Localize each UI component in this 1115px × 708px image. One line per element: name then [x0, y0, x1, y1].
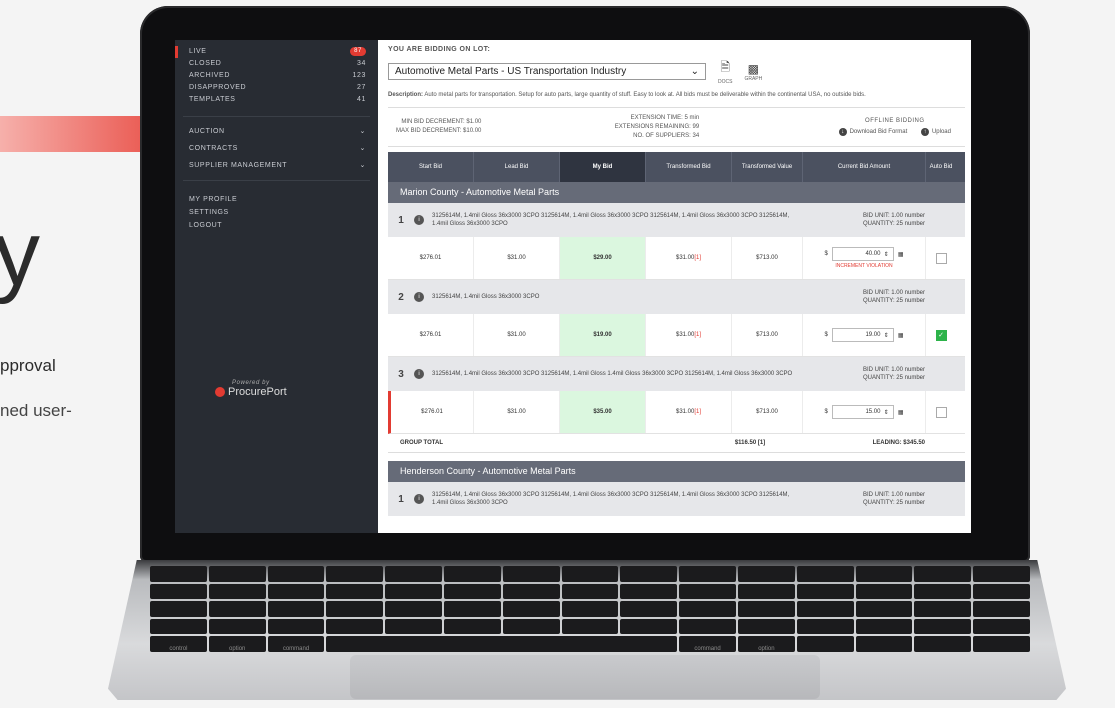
auto-bid-checkbox[interactable]: [935, 252, 947, 264]
item-row: 3 i 3125614M, 1.4mil Gloss 36x3000 3CPO …: [388, 357, 965, 391]
download-bid-format-button[interactable]: ↓ Download Bid Format: [838, 128, 907, 136]
divider: [183, 116, 370, 117]
brand-name: ProcurePort: [228, 386, 287, 398]
bid-row: $276.01 $31.00 $29.00 $31.00 [1] $713.00 …: [388, 237, 965, 280]
divider: [183, 180, 370, 181]
auto-bid-checkbox[interactable]: ✓: [935, 329, 947, 341]
chevron-down-icon: ⌄: [359, 162, 366, 169]
bid-row: $276.01 $31.00 $19.00 $31.00 [1] $713.00 …: [388, 314, 965, 357]
bar-chart-icon: ▩: [747, 61, 760, 76]
docs-button[interactable]: 🗎 DOCS: [718, 58, 732, 85]
sidebar-item-closed[interactable]: CLOSED 34: [175, 58, 378, 70]
extension-stats: EXTENSION TIME: 5 min EXTENSIONS REMAINI…: [614, 114, 700, 139]
graph-button[interactable]: ▩ GRAPH: [744, 62, 762, 82]
bid-amount-input[interactable]: 19.00 ⇕: [831, 328, 894, 342]
group-header: Henderson County - Automotive Metal Part…: [388, 461, 965, 482]
auto-bid-checkbox[interactable]: [935, 406, 947, 418]
sidebar-item-my-profile[interactable]: MY PROFILE: [175, 193, 378, 206]
powered-by: Powered by ProcurePort: [215, 380, 287, 398]
chevron-down-icon: ⌄: [359, 128, 366, 135]
trackpad: [350, 655, 820, 699]
upload-button[interactable]: ↑ Upload: [920, 128, 951, 136]
my-bid-cell: $35.00: [560, 391, 646, 433]
increment-violation: INCREMENT VIOLATION: [835, 263, 893, 269]
download-icon: ↓: [838, 128, 847, 136]
screen: LIVE 87 CLOSED 34 ARCHIVED 123 DISAPPROV…: [175, 40, 971, 533]
calculator-icon[interactable]: ▦: [898, 251, 904, 258]
item-row: 2 i 3125614M, 1.4mil Gloss 36x3000 3CPO …: [388, 280, 965, 314]
sidebar-item-auction[interactable]: AUCTION ⌄: [175, 123, 378, 140]
calculator-icon[interactable]: ▦: [898, 332, 904, 339]
accent-bar: [0, 116, 150, 152]
sidebar-item-disapproved[interactable]: DISAPPROVED 27: [175, 82, 378, 94]
main-content: YOU ARE BIDDING ON LOT: Automotive Metal…: [378, 40, 971, 533]
calculator-icon[interactable]: ▦: [898, 409, 904, 416]
auction-stats: MIN BID DECREMENT: $1.00 MAX BID DECREME…: [388, 107, 965, 147]
subtitle-fragment: pproval: [0, 356, 56, 375]
item-row: 1 i 3125614M, 1.4mil Gloss 36x3000 3CPO …: [388, 203, 965, 237]
bid-amount-input[interactable]: 40.00 ⇕: [831, 247, 894, 261]
sidebar-item-settings[interactable]: SETTINGS: [175, 206, 378, 219]
upload-icon: ↑: [920, 128, 929, 136]
info-icon[interactable]: i: [414, 369, 424, 379]
lot-description: Description: Auto metal parts for transp…: [388, 92, 866, 98]
sidebar-item-archived[interactable]: ARCHIVED 123: [175, 70, 378, 82]
info-icon[interactable]: i: [414, 215, 424, 225]
lot-select[interactable]: Automotive Metal Parts - US Transportati…: [388, 63, 706, 80]
bid-amount-input[interactable]: 15.00 ⇕: [831, 405, 894, 419]
sidebar: LIVE 87 CLOSED 34 ARCHIVED 123 DISAPPROV…: [175, 40, 378, 533]
offline-bidding: OFFLINE BIDDING ↓ Download Bid Format ↑ Up…: [833, 118, 957, 136]
my-bid-cell: $29.00: [560, 237, 646, 279]
document-icon: 🗎: [720, 60, 731, 74]
chevron-down-icon: ⌄: [359, 145, 366, 152]
group-header: Marion County - Automotive Metal Parts: [388, 182, 965, 203]
sidebar-item-live[interactable]: LIVE 87: [175, 46, 378, 58]
info-icon[interactable]: i: [414, 292, 424, 302]
group-total-row: GROUP TOTAL $116.50 [1] LEADING: $345.50: [388, 434, 965, 453]
headline-fragment: y: [0, 203, 40, 305]
lot-header: YOU ARE BIDDING ON LOT:: [388, 46, 491, 53]
sidebar-item-logout[interactable]: LOGOUT: [175, 219, 378, 232]
item-row: 1 i 3125614M, 1.4mil Gloss 36x3000 3CPO …: [388, 482, 965, 516]
bid-row: $276.01 $31.00 $35.00 $31.00 [1] $713.00 …: [388, 391, 965, 434]
body-fragment: ned user-: [0, 401, 72, 420]
chevron-down-icon: ⌄: [690, 66, 699, 77]
sidebar-item-templates[interactable]: TEMPLATES 41: [175, 94, 378, 106]
info-icon[interactable]: i: [414, 494, 424, 504]
my-bid-cell: $19.00: [560, 314, 646, 356]
decrement-stats: MIN BID DECREMENT: $1.00 MAX BID DECREME…: [396, 119, 482, 134]
procureport-logo-icon: [215, 387, 225, 398]
sidebar-item-contracts[interactable]: CONTRACTS ⌄: [175, 140, 378, 157]
live-count-badge: 87: [350, 47, 366, 56]
bid-table-header: Start Bid Lead Bid My Bid Transformed Bi…: [388, 152, 965, 182]
keyboard: control option command command option: [150, 566, 1030, 652]
sidebar-item-supplier-management[interactable]: SUPPLIER MANAGEMENT ⌄: [175, 157, 378, 174]
